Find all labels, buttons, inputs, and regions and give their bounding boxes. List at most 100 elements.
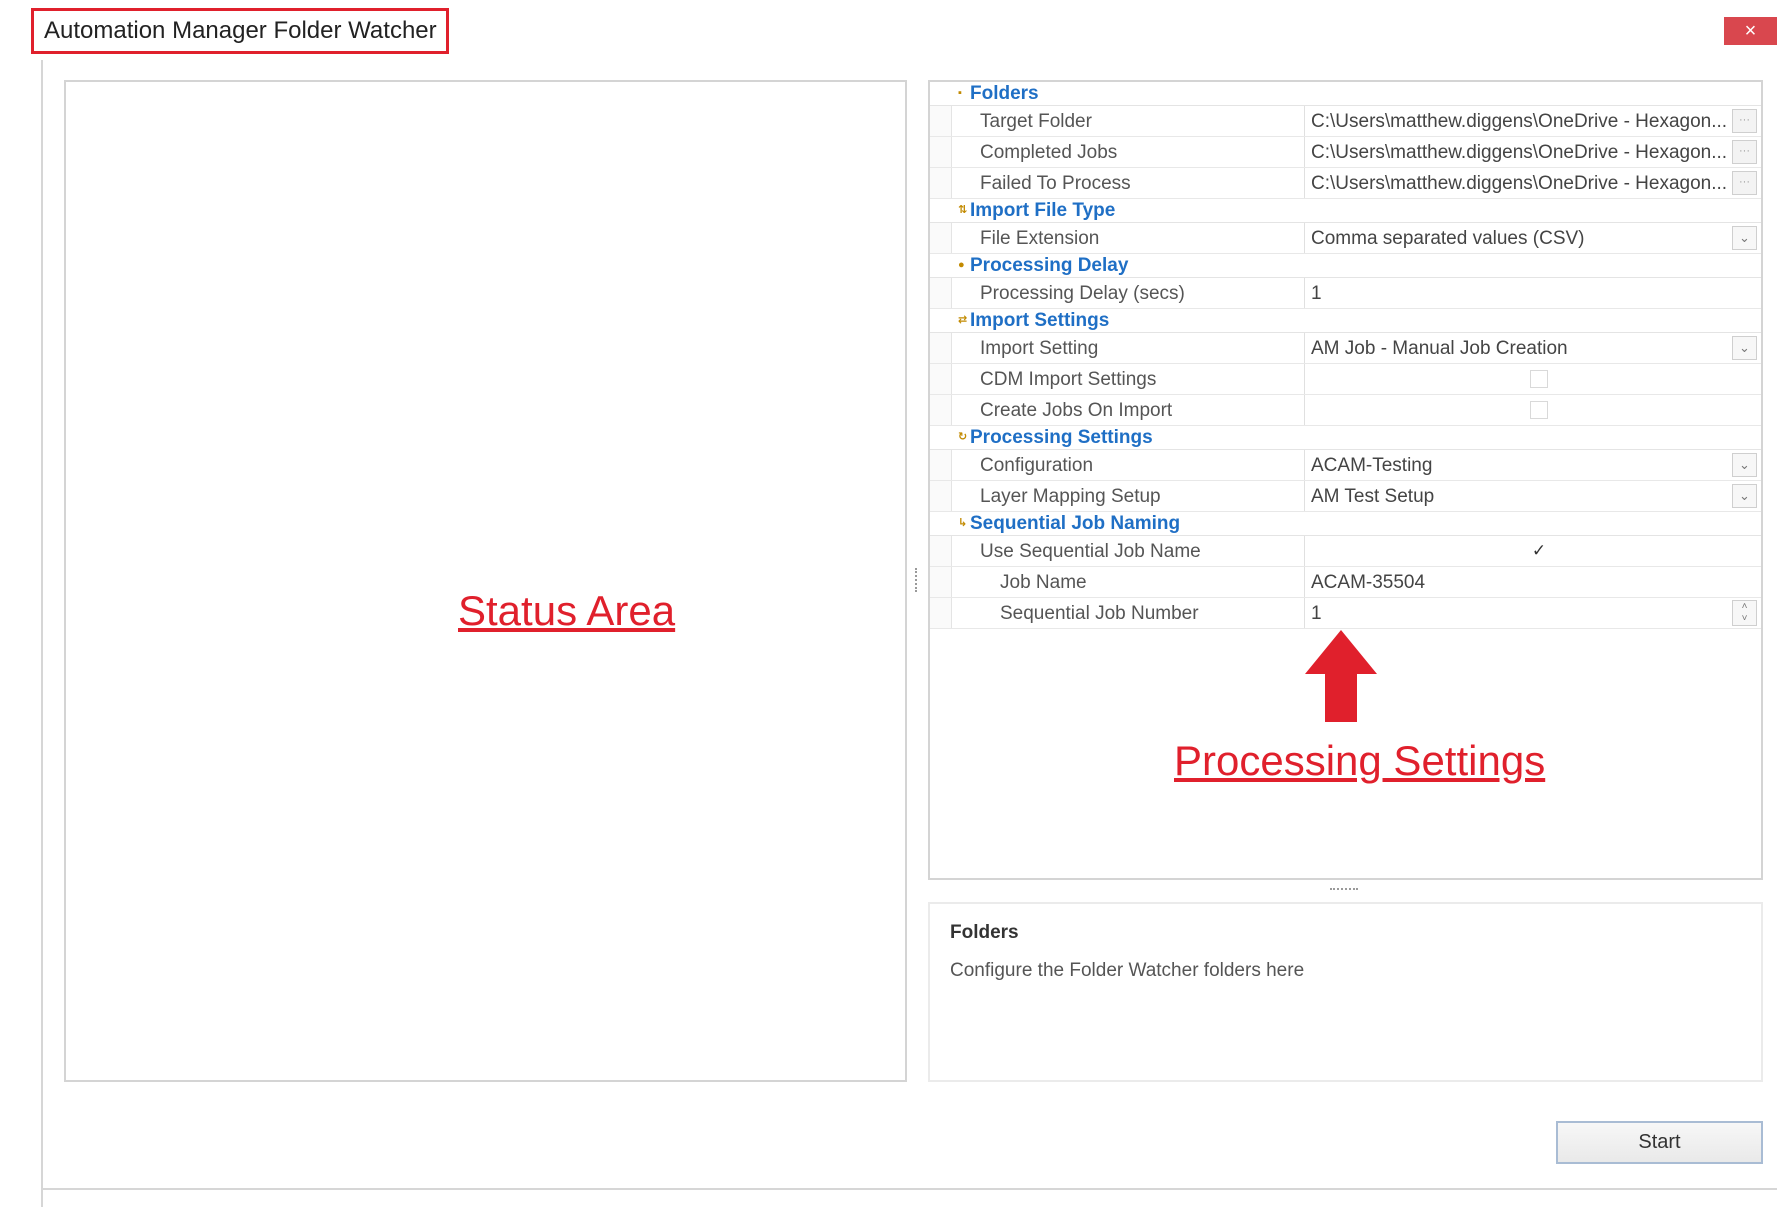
status-area-label: Status Area: [458, 587, 676, 634]
row-gutter: [930, 106, 952, 136]
row-gutter: [930, 137, 952, 167]
property-row-file-extension[interactable]: File Extension Comma separated values (CS…: [930, 223, 1761, 254]
row-gutter: [930, 333, 952, 363]
window-title: Automation Manager Folder Watcher: [44, 17, 437, 44]
category-processing-settings[interactable]: ↻ Processing Settings: [930, 426, 1761, 450]
property-grid-panel: ▪ Folders Target Folder C:\Users\matthew.di…: [928, 80, 1763, 880]
row-gutter: [930, 168, 952, 198]
spin-buttons-icon[interactable]: ˄ ˅: [1732, 600, 1757, 626]
chevron-down-icon[interactable]: ⌄: [1732, 336, 1757, 360]
chevron-down-icon[interactable]: ⌄: [1732, 226, 1757, 250]
property-name: Import Setting: [980, 338, 1099, 359]
property-row-cdm-import-settings[interactable]: CDM Import Settings: [930, 364, 1761, 395]
window-border-bottom: [41, 1188, 1777, 1190]
row-gutter: [930, 598, 952, 628]
close-button[interactable]: ×: [1724, 17, 1777, 45]
category-processing-delay[interactable]: ● Processing Delay: [930, 254, 1761, 278]
category-label: Processing Delay: [970, 255, 1129, 276]
property-row-processing-delay-secs[interactable]: Processing Delay (secs) 1: [930, 278, 1761, 309]
property-value-text: Comma separated values (CSV): [1311, 228, 1585, 249]
property-value-text: ACAM-Testing: [1311, 455, 1433, 476]
category-sequential-job-naming[interactable]: ↳ Sequential Job Naming: [930, 512, 1761, 536]
category-folders[interactable]: ▪ Folders: [930, 82, 1761, 106]
property-name: Completed Jobs: [980, 142, 1118, 163]
property-value-import-setting[interactable]: AM Job - Manual Job Creation ⌄: [1304, 333, 1761, 363]
property-value-use-sequential-job-name[interactable]: ✓: [1304, 536, 1761, 566]
horizontal-splitter-handle[interactable]: [1330, 888, 1358, 892]
property-value-text: AM Job - Manual Job Creation: [1311, 338, 1568, 359]
window-title-highlight: Automation Manager Folder Watcher: [31, 8, 449, 54]
property-name: Configuration: [980, 455, 1094, 476]
browse-folder-button[interactable]: ···: [1732, 109, 1757, 133]
property-value-text: ACAM-35504: [1311, 572, 1426, 593]
property-name: Job Name: [1000, 572, 1087, 593]
checkbox-unchecked[interactable]: [1530, 401, 1548, 419]
property-value-create-jobs-on-import[interactable]: [1304, 395, 1761, 425]
category-processing-delay-icon: ●: [958, 259, 965, 271]
property-row-use-sequential-job-name[interactable]: Use Sequential Job Name ✓: [930, 536, 1761, 567]
category-label: Folders: [970, 83, 1039, 104]
chevron-down-icon[interactable]: ⌄: [1732, 484, 1757, 508]
status-area-panel: Status Area: [64, 80, 907, 1082]
chevron-down-icon[interactable]: ⌄: [1732, 453, 1757, 477]
property-value-target-folder[interactable]: C:\Users\matthew.diggens\OneDrive - Hexa…: [1304, 106, 1761, 136]
property-row-target-folder[interactable]: Target Folder C:\Users\matthew.diggens\On…: [930, 106, 1761, 137]
property-value-layer-mapping-setup[interactable]: AM Test Setup ⌄: [1304, 481, 1761, 511]
property-row-create-jobs-on-import[interactable]: Create Jobs On Import: [930, 395, 1761, 426]
property-name: Use Sequential Job Name: [980, 541, 1201, 562]
property-value-cdm-import-settings[interactable]: [1304, 364, 1761, 394]
property-row-configuration[interactable]: Configuration ACAM-Testing ⌄: [930, 450, 1761, 481]
property-value-configuration[interactable]: ACAM-Testing ⌄: [1304, 450, 1761, 480]
processing-settings-annotation: Processing Settings: [1174, 737, 1546, 784]
checkbox-checked[interactable]: ✓: [1530, 542, 1548, 560]
property-name: Layer Mapping Setup: [980, 486, 1161, 507]
property-row-failed-to-process[interactable]: Failed To Process C:\Users\matthew.diggen…: [930, 168, 1761, 199]
description-panel: Folders Configure the Folder Watcher fol…: [928, 902, 1763, 1082]
property-value-text: C:\Users\matthew.diggens\OneDrive - Hexa…: [1311, 142, 1728, 163]
property-row-import-setting[interactable]: Import Setting AM Job - Manual Job Creati…: [930, 333, 1761, 364]
description-title: Folders: [950, 922, 1019, 943]
category-processing-settings-icon: ↻: [958, 431, 968, 443]
checkbox-unchecked[interactable]: [1530, 370, 1548, 388]
row-gutter: [930, 450, 952, 480]
browse-folder-button[interactable]: ···: [1732, 140, 1757, 164]
property-name: Sequential Job Number: [1000, 603, 1199, 624]
property-row-job-name[interactable]: Job Name ACAM-35504: [930, 567, 1761, 598]
row-gutter: [930, 395, 952, 425]
row-gutter: [930, 567, 952, 597]
property-value-processing-delay-secs[interactable]: 1: [1304, 278, 1761, 308]
vertical-splitter-handle[interactable]: [915, 568, 919, 592]
property-value-text: AM Test Setup: [1311, 486, 1435, 507]
category-label: Sequential Job Naming: [970, 513, 1181, 534]
description-text: Configure the Folder Watcher folders her…: [950, 960, 1305, 981]
browse-folder-button[interactable]: ···: [1732, 171, 1757, 195]
start-button[interactable]: Start: [1556, 1121, 1763, 1164]
property-value-text: C:\Users\matthew.diggens\OneDrive - Hexa…: [1311, 173, 1728, 194]
row-gutter: [930, 364, 952, 394]
category-label: Processing Settings: [970, 427, 1153, 448]
category-import-file-type[interactable]: ⇅ Import File Type: [930, 199, 1761, 223]
property-value-completed-jobs[interactable]: C:\Users\matthew.diggens\OneDrive - Hexa…: [1304, 137, 1761, 167]
property-row-layer-mapping-setup[interactable]: Layer Mapping Setup AM Test Setup ⌄: [930, 481, 1761, 512]
property-value-text: 1: [1311, 603, 1322, 624]
property-name: Processing Delay (secs): [980, 283, 1185, 304]
row-gutter: [930, 223, 952, 253]
property-name: Target Folder: [980, 111, 1092, 132]
start-button-label: Start: [1638, 1131, 1681, 1153]
category-import-settings-icon: ⇄: [958, 314, 968, 326]
category-import-file-type-icon: ⇅: [958, 204, 968, 216]
close-icon: ×: [1744, 19, 1757, 42]
row-gutter: [930, 278, 952, 308]
property-name: Create Jobs On Import: [980, 400, 1173, 421]
property-value-sequential-job-number[interactable]: 1 ˄ ˅: [1304, 598, 1761, 628]
property-value-file-extension[interactable]: Comma separated values (CSV) ⌄: [1304, 223, 1761, 253]
property-grid: ▪ Folders Target Folder C:\Users\matthew.di…: [930, 82, 1761, 629]
property-row-sequential-job-number[interactable]: Sequential Job Number 1 ˄ ˅: [930, 598, 1761, 629]
property-value-text: 1: [1311, 283, 1322, 304]
property-row-completed-jobs[interactable]: Completed Jobs C:\Users\matthew.diggens\O…: [930, 137, 1761, 168]
category-import-settings[interactable]: ⇄ Import Settings: [930, 309, 1761, 333]
property-value-job-name[interactable]: ACAM-35504: [1304, 567, 1761, 597]
category-folders-icon: ▪: [958, 87, 962, 99]
property-value-failed-to-process[interactable]: C:\Users\matthew.diggens\OneDrive - Hexa…: [1304, 168, 1761, 198]
category-sequential-job-naming-icon: ↳: [958, 517, 968, 529]
